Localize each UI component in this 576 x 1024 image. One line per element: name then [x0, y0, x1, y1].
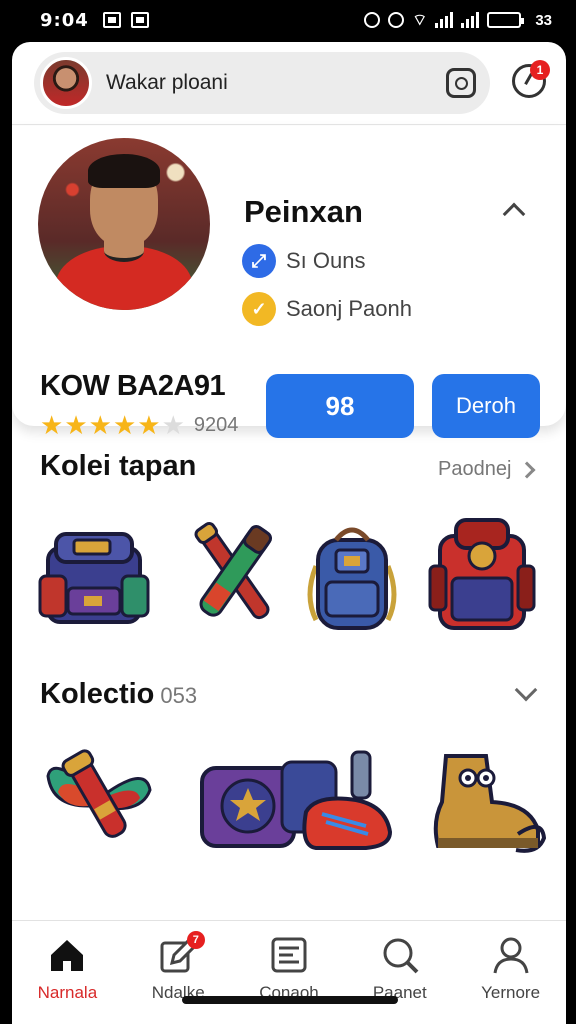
profile-name: Peinxan: [244, 194, 363, 229]
rating-count: 9204: [193, 413, 239, 436]
star-icon: ★: [137, 410, 161, 440]
app-screen: Wakar ploani 1 Peinxan ⤢ Sı Ouns ✓ Saonj…: [12, 42, 566, 1024]
star-icon: ★: [88, 410, 112, 440]
signal-icon-2: [461, 12, 480, 28]
item-crossed-bats[interactable]: [180, 512, 292, 632]
list-icon: [269, 935, 309, 975]
item-backpack[interactable]: [296, 516, 408, 636]
item-red-backpack[interactable]: [426, 512, 538, 632]
avatar[interactable]: [40, 57, 92, 109]
home-indicator[interactable]: [182, 996, 398, 1004]
bottom-nav: Narnala 7 Ndalke Conaoh Paanet Yernore: [12, 920, 566, 1024]
pin-icon: ⤢: [242, 244, 276, 278]
check-icon: ✓: [242, 292, 276, 326]
location-icon: [388, 12, 405, 28]
item-gear-set[interactable]: [196, 742, 396, 862]
nav-item-profile[interactable]: Yernore: [455, 921, 566, 1024]
nav-item-home[interactable]: Narnala: [12, 921, 123, 1024]
avatar-hair: [88, 154, 160, 188]
battery-percent: 33: [535, 11, 552, 29]
info-row-1: ⤢ Sı Ouns: [242, 244, 365, 278]
rating: ★ ★ ★ ★ ★ ★ 9204: [40, 412, 238, 438]
nav-label: Yernore: [481, 983, 541, 1002]
star-icon: ★: [64, 410, 88, 440]
nav-item-list[interactable]: Conaoh: [234, 921, 345, 1024]
nav-item-edit[interactable]: 7 Ndalke: [123, 921, 234, 1024]
chevron-right-icon: [518, 461, 536, 478]
profile-card: Peinxan ⤢ Sı Ouns ✓ Saonj Paonh KOW BA2A…: [12, 126, 566, 438]
search-bar[interactable]: Wakar ploani: [34, 52, 490, 114]
section-title-1: Kolei tapan: [40, 450, 196, 483]
scan-icon[interactable]: [446, 68, 476, 98]
section-title-2: Kolectio 053: [40, 678, 197, 711]
nav-label: Narnala: [37, 983, 98, 1002]
wifi-icon: ⌔: [412, 12, 428, 29]
star-icon: ★: [40, 410, 64, 440]
info-2-text: Saonj Paonh: [286, 296, 412, 321]
notification-app-icon: [102, 12, 121, 28]
nav-badge: 7: [186, 931, 205, 949]
player-title: KOW BA2A91: [40, 370, 226, 402]
item-boot[interactable]: [426, 742, 550, 862]
status-bar: 9:04 ⌔ 33: [0, 0, 576, 40]
search-icon: [380, 935, 420, 975]
avatar-collar: [104, 240, 144, 262]
star-icon: ★: [112, 410, 137, 440]
signal-icon: [435, 12, 454, 28]
see-all-label: Paodnej: [438, 458, 512, 480]
secondary-button[interactable]: Deroh: [432, 374, 540, 438]
home-icon: [47, 935, 87, 975]
profile-avatar[interactable]: [38, 138, 210, 310]
battery-icon: [487, 12, 525, 28]
nav-item-search[interactable]: Paanet: [344, 921, 455, 1024]
profile-icon: [491, 935, 531, 975]
section-2-title-text: Kolectio: [40, 678, 155, 710]
section-2-count: 053: [160, 683, 198, 708]
gallery-app-icon: [130, 12, 149, 28]
notification-badge: 1: [530, 60, 550, 80]
chevron-up-icon[interactable]: [502, 202, 526, 226]
header-divider: [12, 124, 566, 125]
alarm-icon: [364, 12, 381, 28]
item-winged-trophy[interactable]: [42, 736, 154, 856]
info-row-2: ✓ Saonj Paonh: [242, 292, 412, 326]
chevron-down-icon[interactable]: [514, 678, 538, 702]
info-1-text: Sı Ouns: [286, 248, 366, 273]
status-time: 9:04: [40, 9, 89, 31]
primary-button[interactable]: 98: [266, 374, 414, 438]
section-1-title-text: Kolei tapan: [40, 450, 197, 482]
see-all-link[interactable]: Paodnej: [438, 458, 536, 481]
star-icon: ★: [161, 410, 185, 440]
search-input[interactable]: Wakar ploani: [106, 71, 446, 95]
item-bag[interactable]: [38, 518, 150, 638]
